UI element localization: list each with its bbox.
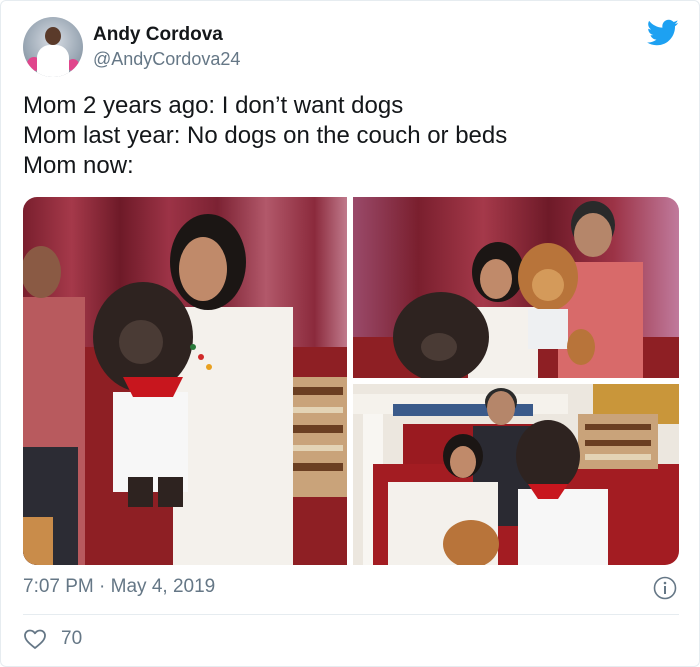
like-count: 70 [61,628,83,649]
tweet-timestamp[interactable]: 7:07 PM · May 4, 2019 [23,575,215,599]
photo-family-with-dogs-by-fireplace[interactable] [353,384,679,565]
avatar-detail [45,27,61,45]
tweet-line: Mom now: [23,152,134,179]
display-name[interactable]: Andy Cordova [93,23,240,47]
avatar[interactable] [23,17,83,77]
tweet-line: Mom 2 years ago: I don’t want dogs [23,92,404,119]
photo-2-image [353,197,679,378]
photo-mom-holding-poodle[interactable] [23,197,347,565]
avatar-detail [37,45,69,77]
photo-1-image [23,197,347,565]
tweet-text: Mom 2 years ago: I don’t want dogs Mom l… [23,91,507,181]
photo-3-image [353,384,679,565]
tweet-line: Mom last year: No dogs on the couch or b… [23,122,508,149]
user-names: Andy Cordova @AndyCordova24 [93,23,240,71]
footer-divider [23,614,679,615]
like-action[interactable]: 70 [23,627,82,651]
tweet-card: Andy Cordova @AndyCordova24 Mom 2 years … [0,0,700,667]
user-handle[interactable]: @AndyCordova24 [93,47,240,71]
twitter-bird-icon[interactable] [647,19,679,47]
info-icon[interactable] [653,576,677,600]
tweet-media-grid [23,197,679,565]
photo-family-on-couch-with-dogs[interactable] [353,197,679,378]
heart-icon[interactable] [23,627,47,651]
tweet-header: Andy Cordova @AndyCordova24 [23,17,240,77]
